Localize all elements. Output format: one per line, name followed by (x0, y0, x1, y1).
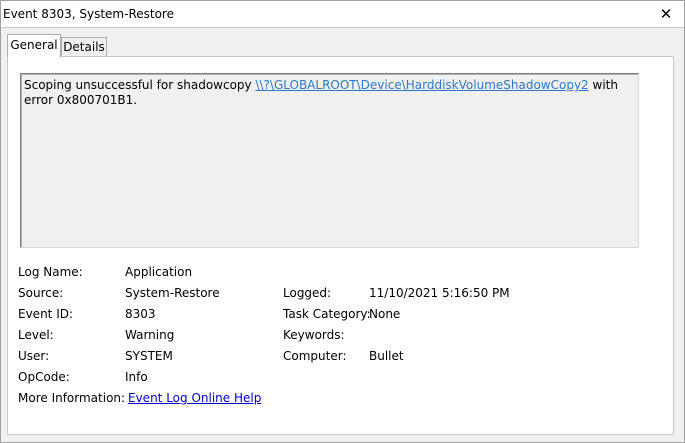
log-name-label: Log Name: (18, 265, 83, 279)
computer-label: Computer: (283, 349, 347, 363)
tab-details[interactable]: Details (61, 37, 107, 57)
tab-general[interactable]: General (7, 34, 61, 57)
keywords-label: Keywords: (283, 328, 345, 342)
shadowcopy-path-link[interactable]: \\?\GLOBALROOT\Device\HarddiskVolumeShad… (255, 78, 588, 92)
event-log-online-help-link[interactable]: Event Log Online Help (128, 391, 261, 405)
event-description-text: Scoping unsuccessful for shadowcopy \\?\… (24, 78, 624, 108)
general-tab-panel: Scoping unsuccessful for shadowcopy \\?\… (7, 56, 674, 435)
event-id-label: Event ID: (18, 307, 74, 321)
more-information-label: More Information: (18, 391, 126, 405)
computer-value: Bullet (369, 349, 404, 363)
description-prefix: Scoping unsuccessful for shadowcopy (24, 78, 256, 92)
event-description-box[interactable]: Scoping unsuccessful for shadowcopy \\?\… (20, 73, 639, 248)
window-title: Event 8303, System-Restore (3, 7, 174, 21)
task-category-label: Task Category: (283, 307, 371, 321)
event-id-value: 8303 (125, 307, 156, 321)
log-name-value: Application (125, 265, 193, 279)
title-bar: Event 8303, System-Restore ✕ (1, 1, 684, 28)
event-properties-window: Event 8303, System-Restore ✕ General Det… (0, 0, 685, 443)
user-label: User: (18, 349, 50, 363)
opcode-label: OpCode: (18, 370, 70, 384)
source-label: Source: (18, 286, 64, 300)
logged-label: Logged: (283, 286, 332, 300)
user-value: SYSTEM (125, 349, 173, 363)
close-button[interactable]: ✕ (653, 4, 679, 24)
close-icon: ✕ (659, 5, 673, 23)
logged-value: 11/10/2021 5:16:50 PM (369, 286, 510, 300)
source-value: System-Restore (125, 286, 220, 300)
level-label: Level: (18, 328, 54, 342)
level-value: Warning (125, 328, 175, 342)
opcode-value: Info (125, 370, 148, 384)
task-category-value: None (369, 307, 401, 321)
